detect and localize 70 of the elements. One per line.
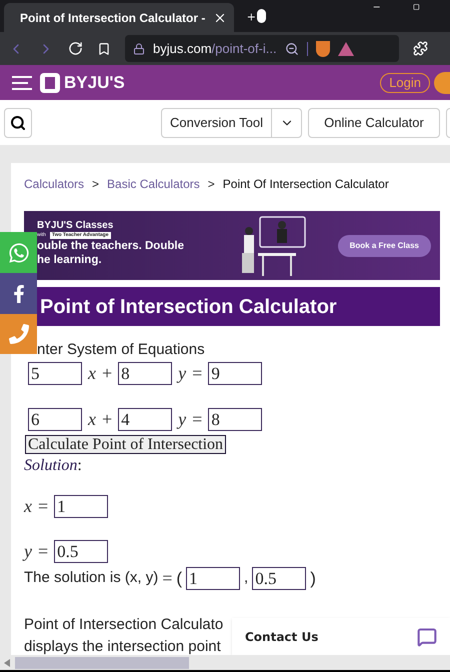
number-field[interactable]: 0.5 (54, 540, 108, 563)
number-field[interactable]: 8 (208, 408, 262, 431)
equals-sign: = (38, 540, 48, 563)
lock-icon (133, 42, 145, 54)
breadcrumb-link[interactable]: Point Of Intersection Calculator (222, 175, 389, 193)
horizontal-scrollbar[interactable] (0, 655, 450, 672)
comma: , (244, 568, 248, 588)
phone-icon (8, 324, 28, 344)
address-field[interactable]: byjus.com/point-of-i... (125, 35, 399, 62)
description-text: displays the intersection point (24, 637, 221, 657)
login-button[interactable]: Login (380, 72, 430, 92)
browser-tab[interactable]: Point of Intersection Calculator - (4, 3, 234, 32)
breadcrumb-link[interactable]: Basic Calculators (107, 175, 200, 193)
number-field[interactable]: 9 (208, 362, 262, 385)
scrollbar-thumb[interactable] (15, 656, 189, 668)
open-paren: ( (176, 568, 182, 590)
breadcrumb-link[interactable]: Calculators (24, 175, 84, 193)
zoom-out-icon[interactable] (284, 42, 299, 56)
variable-y: y (24, 540, 32, 563)
logo-icon (40, 72, 60, 92)
banner-headline: ouble the teachers. Double (37, 239, 185, 254)
contact-panel[interactable]: Contact Us (232, 618, 450, 655)
chat-icon (417, 626, 437, 646)
calculate-button[interactable]: Calculate Point of Intersection (25, 435, 226, 454)
prompt-text: nter System of Equations (36, 340, 206, 360)
description-text: Point of Intersection Calculato (24, 615, 224, 635)
shield-icon[interactable] (316, 40, 330, 56)
reload-icon[interactable] (68, 41, 83, 56)
number-field[interactable]: 5 (28, 362, 82, 385)
equals-sign: = (38, 495, 48, 518)
calculator-title: Point of Intersection Calculator (40, 294, 337, 320)
triangle-icon[interactable] (338, 42, 354, 56)
variable-x: x (88, 362, 96, 385)
equals-sign: = (162, 567, 172, 590)
close-paren: ) (310, 568, 316, 590)
nav-button[interactable]: Online Calculator (308, 108, 440, 138)
url-text: byjus.com/point-of-i... (153, 40, 277, 58)
menu-icon[interactable] (12, 76, 32, 90)
maximize-icon[interactable] (413, 2, 420, 12)
number-field[interactable]: 4 (118, 408, 172, 431)
breadcrumb-separator: > (92, 176, 100, 193)
contact-label: Contact Us (245, 628, 318, 646)
search-icon (10, 114, 26, 130)
number-field[interactable]: 0.5 (252, 567, 306, 590)
equals-sign: = (192, 362, 202, 385)
whatsapp-icon (8, 242, 30, 264)
solution-label: Solution: (24, 457, 82, 475)
number-field[interactable]: 1 (54, 495, 108, 518)
solution-text: The solution is (x, y) (24, 568, 158, 588)
number-field[interactable]: 8 (118, 362, 172, 385)
plus-sign: + (102, 362, 112, 385)
bookmark-icon[interactable] (97, 42, 111, 56)
number-field[interactable]: 6 (28, 408, 82, 431)
search-button[interactable] (4, 108, 32, 138)
extensions-icon[interactable] (413, 41, 428, 56)
site-logo[interactable]: BYJU'S (64, 70, 125, 96)
banner-headline: he learning. (37, 253, 103, 268)
variable-y: y (178, 362, 186, 385)
banner-brand: BYJU'S Classes (37, 220, 114, 232)
breadcrumb-separator: > (208, 176, 215, 193)
plus-sign: + (102, 408, 112, 431)
facebook-button[interactable] (0, 273, 37, 314)
equals-sign: = (192, 408, 202, 431)
dropdown-button[interactable]: Conversion Tool (161, 108, 302, 138)
variable-x: x (24, 495, 32, 518)
number-field[interactable]: 1 (186, 567, 240, 590)
tab-title: Point of Intersection Calculator - (20, 10, 206, 26)
variable-y: y (178, 408, 186, 431)
variable-x: x (88, 408, 96, 431)
book-class-button[interactable]: Book a Free Class (338, 234, 431, 256)
